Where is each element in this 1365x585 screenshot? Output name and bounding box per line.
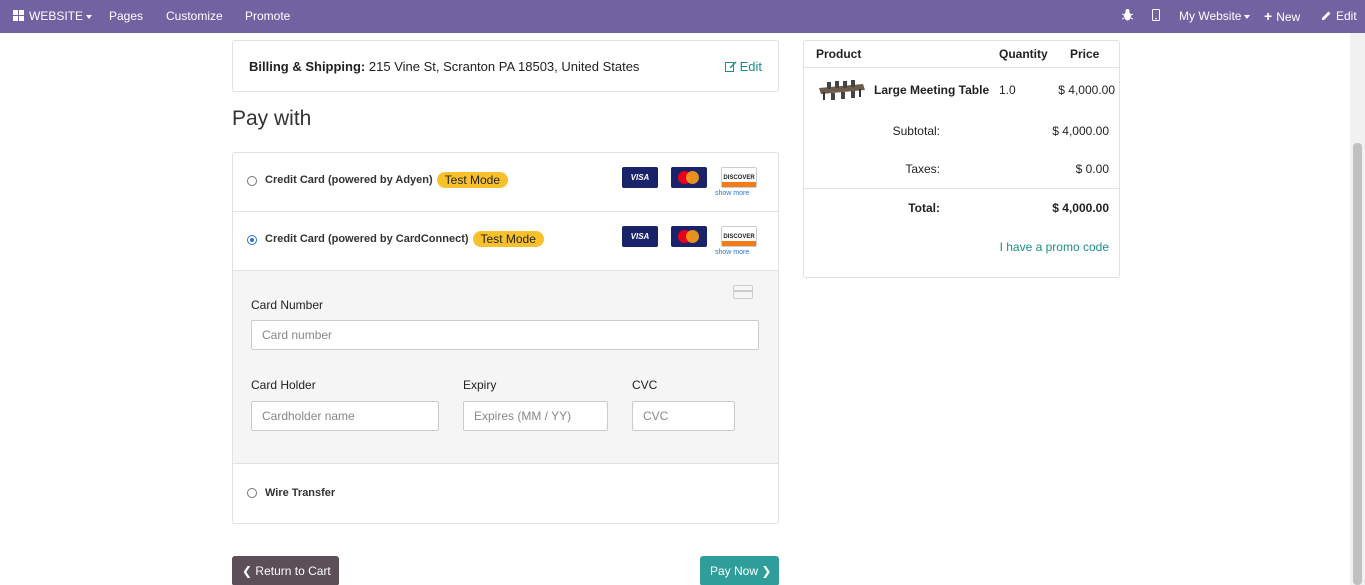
cvc-label: CVC: [632, 378, 658, 392]
scrollbar-thumb[interactable]: [1353, 143, 1362, 585]
promote-menu[interactable]: Promote: [245, 0, 290, 33]
discover-icon: DISCOVER: [721, 226, 757, 247]
divider: [804, 188, 1119, 189]
divider: [804, 67, 1119, 68]
line-price: $ 4,000.00: [1058, 83, 1115, 97]
payment-option-adyen[interactable]: Credit Card (powered by Adyen) Test Mode …: [233, 153, 778, 212]
visa-icon: VISA: [622, 226, 658, 247]
edit-icon: [724, 61, 737, 72]
subtotal-label: Subtotal:: [892, 124, 940, 138]
edit-label: Edit: [1336, 9, 1357, 23]
mastercard-icon: [671, 167, 707, 188]
my-website-label: My Website: [1179, 9, 1242, 23]
card-holder-label: Card Holder: [251, 378, 316, 392]
payment-option-label: Credit Card (powered by CardConnect) Test…: [265, 231, 544, 247]
bug-icon: [1121, 9, 1134, 21]
apps-grid-icon: [13, 10, 24, 21]
website-menu-label: WEBSITE: [29, 9, 84, 23]
chevron-right-icon: ❯: [761, 564, 772, 578]
payment-option-name: Credit Card (powered by CardConnect): [265, 232, 469, 245]
my-website-menu[interactable]: My Website: [1179, 0, 1251, 33]
billing-shipping-label: Billing & Shipping:: [249, 59, 366, 74]
pay-now-button[interactable]: Pay Now ❯: [700, 556, 779, 585]
taxes-label: Taxes:: [905, 162, 940, 176]
chevron-down-icon: [1244, 14, 1251, 19]
test-mode-badge: Test Mode: [472, 231, 544, 247]
test-mode-badge: Test Mode: [436, 172, 509, 188]
payment-option-name: Credit Card (powered by Adyen): [265, 173, 433, 186]
card-holder-input[interactable]: [251, 401, 439, 431]
top-navbar: WEBSITE Pages Customize Promote My Websi…: [0, 0, 1365, 33]
billing-shipping-box: Billing & Shipping: 215 Vine St, Scranto…: [232, 40, 779, 92]
pages-menu[interactable]: Pages: [109, 0, 143, 33]
page-scrollbar[interactable]: [1350, 33, 1365, 585]
edit-address-label: Edit: [739, 59, 762, 74]
billing-shipping-address: 215 Vine St, Scranton PA 18503, United S…: [368, 59, 640, 74]
new-label: New: [1276, 10, 1301, 24]
pay-with-heading: Pay with: [232, 107, 312, 130]
price-column-header: Price: [1070, 47, 1100, 61]
total-value: $ 4,000.00: [1052, 201, 1109, 215]
edit-button[interactable]: Edit: [1321, 0, 1357, 33]
mastercard-icon: [671, 226, 707, 247]
debug-button[interactable]: [1121, 0, 1134, 33]
radio-adyen[interactable]: [247, 176, 257, 186]
line-quantity: 1.0: [999, 83, 1016, 97]
website-menu[interactable]: WEBSITE: [13, 0, 93, 33]
promo-code-link[interactable]: I have a promo code: [1000, 240, 1109, 254]
radio-wire-transfer[interactable]: [247, 488, 257, 498]
pay-now-label: Pay Now: [710, 564, 759, 578]
quantity-column-header: Quantity: [999, 47, 1048, 61]
return-to-cart-label: Return to Cart: [255, 564, 331, 578]
pencil-icon: [1322, 11, 1331, 20]
product-column-header: Product: [816, 47, 862, 61]
payment-option-label: Credit Card (powered by Adyen) Test Mode: [265, 172, 509, 188]
card-form: Card Number Card Holder Expiry CVC: [233, 271, 778, 464]
total-label: Total:: [908, 201, 940, 215]
cvc-input[interactable]: [632, 401, 735, 431]
line-product-name: Large Meeting Table: [874, 83, 990, 97]
mobile-preview-button[interactable]: [1152, 0, 1160, 33]
payment-option-name: Wire Transfer: [265, 487, 336, 499]
payment-option-cardconnect[interactable]: Credit Card (powered by CardConnect) Test…: [233, 212, 778, 271]
visa-icon: VISA: [622, 167, 658, 188]
chevron-down-icon: [86, 14, 93, 19]
payment-option-wire-transfer[interactable]: Wire Transfer: [233, 465, 778, 523]
payment-options: Credit Card (powered by Adyen) Test Mode …: [232, 152, 779, 524]
credit-card-icon: [733, 285, 753, 299]
radio-cardconnect[interactable]: [247, 235, 257, 245]
edit-address-link[interactable]: Edit: [724, 59, 762, 74]
discover-icon: DISCOVER: [721, 167, 757, 188]
taxes-value: $ 0.00: [1075, 162, 1109, 176]
billing-shipping-text: Billing & Shipping: 215 Vine St, Scranto…: [249, 59, 639, 74]
expiry-input[interactable]: [463, 401, 608, 431]
mobile-icon: [1152, 9, 1160, 21]
plus-icon: +: [1264, 8, 1273, 24]
card-number-input[interactable]: [251, 320, 759, 350]
show-more-link[interactable]: show more: [715, 249, 749, 256]
expiry-label: Expiry: [463, 378, 497, 392]
subtotal-value: $ 4,000.00: [1052, 124, 1109, 138]
customize-menu[interactable]: Customize: [166, 0, 223, 33]
order-summary: Product Quantity Price Large Meeting Tab…: [803, 40, 1120, 278]
show-more-link[interactable]: show more: [715, 190, 749, 197]
product-thumbnail: [819, 80, 865, 100]
chevron-left-icon: ❮: [242, 564, 253, 578]
return-to-cart-button[interactable]: ❮ Return to Cart: [232, 556, 339, 585]
card-number-label: Card Number: [251, 298, 324, 312]
new-button[interactable]: + New: [1264, 0, 1300, 33]
